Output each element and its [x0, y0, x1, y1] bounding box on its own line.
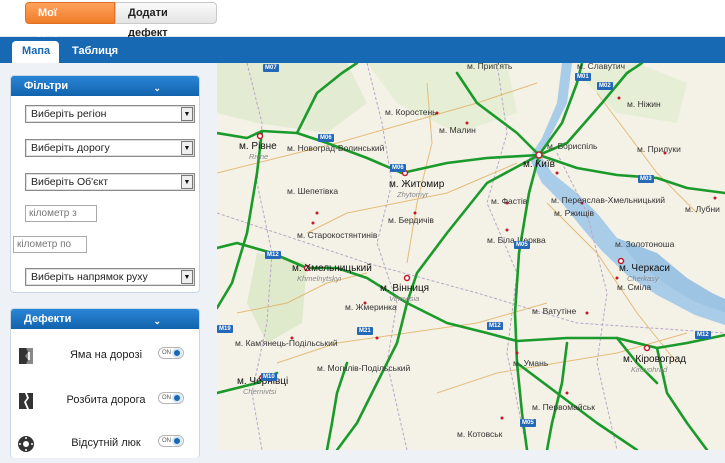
direction-select[interactable]: Виберіть напрямок руху ▼: [25, 268, 195, 286]
city-label-latin: Khmelnytskyi: [297, 274, 342, 283]
city-label: м. Малин: [439, 125, 476, 135]
city-label: м. Могилів-Подільський: [317, 363, 411, 373]
toggle-state: ON: [162, 395, 171, 401]
road-shield: M05: [520, 419, 536, 427]
view-tabs: Мапа Таблиця: [0, 37, 725, 63]
road-select-value: Виберіть дорогу: [31, 142, 110, 154]
filters-panel: Фільтри ⌄ Виберіть регіон ▼ Виберіть доро…: [10, 75, 200, 293]
city-label: м. Кам'янець-Подільський: [235, 338, 338, 348]
city-label: м. Умань: [513, 358, 549, 368]
city-label: м. Жмеринка: [345, 302, 397, 312]
toggle-state: ON: [162, 350, 171, 356]
city-label: м. Новоград-Волинський: [287, 143, 385, 153]
dropdown-arrow-icon[interactable]: ▼: [181, 107, 193, 121]
city-label: м. Прилуки: [637, 144, 681, 154]
city-label-latin: Zhytomyr: [397, 190, 429, 199]
road-shield: M12: [695, 331, 711, 339]
road-shield: M02: [597, 82, 613, 90]
road-shield: M06: [318, 134, 334, 142]
defects-header[interactable]: Дефекти ⌄: [11, 309, 199, 329]
road-shield: M07: [263, 64, 279, 72]
dropdown-arrow-icon[interactable]: ▼: [181, 175, 193, 189]
defect-item-broken-road[interactable]: Розбита дорога ON: [11, 384, 201, 420]
chevron-down-icon[interactable]: ⌄: [153, 78, 161, 98]
city-label: м. Котовськ: [457, 429, 503, 439]
dropdown-arrow-icon[interactable]: ▼: [181, 270, 193, 284]
region-select[interactable]: Виберіть регіон ▼: [25, 105, 195, 123]
defects-panel: Дефекти ⌄ Яма на дорозі ON Розбита дорог…: [10, 308, 200, 458]
city-label: м. Київ: [523, 159, 555, 170]
city-label: м. Житомир: [389, 179, 445, 190]
road-shield: M19: [217, 325, 233, 333]
object-select-value: Виберіть Об'єкт: [31, 176, 109, 188]
city-label: м. Кіровоград: [623, 354, 686, 365]
city-label: м. Первомайськ: [532, 402, 595, 412]
road-shield: M12: [487, 322, 503, 330]
my-defects-button[interactable]: Мої дефекти: [25, 2, 115, 39]
city-label: м. Коростень: [385, 107, 437, 117]
km-from-input[interactable]: кілометр з: [25, 205, 97, 222]
road-shield: M06: [390, 164, 406, 172]
road-shield: M10: [261, 373, 277, 381]
city-label: м. Славутич: [577, 63, 626, 71]
city-label: м. Ніжин: [627, 99, 661, 109]
pothole-icon: [19, 348, 33, 364]
broken-road-icon: [19, 393, 33, 409]
city-label: м. Прип'ять: [467, 63, 513, 71]
city-label: м. Ржищів: [554, 208, 595, 218]
road-shield: M12: [265, 251, 281, 259]
defect-toggle-pothole[interactable]: ON: [158, 347, 184, 359]
add-defect-button[interactable]: Додати дефект: [115, 2, 217, 39]
city-label: м. Ватутіне: [532, 306, 577, 316]
dropdown-arrow-icon[interactable]: ▼: [181, 141, 193, 155]
tab-map[interactable]: Мапа: [12, 41, 59, 63]
city-label: м. Вінниця: [380, 283, 430, 294]
city-label: м. Черкаси: [619, 263, 670, 274]
toggle-knob: [172, 436, 182, 446]
city-label: м. Сміла: [617, 282, 652, 292]
city-label: м. Хмельницький: [292, 263, 372, 274]
city-label: м. Шепетівка: [287, 186, 339, 196]
city-label-latin: Kirovohrad: [631, 365, 668, 374]
map-view[interactable]: м. Рівне Rivne м. Житомир Zhytomyr м. Ки…: [217, 63, 725, 450]
road-shield: M21: [357, 327, 373, 335]
defect-label: Відсутній люк: [71, 437, 141, 449]
defect-toggle-broken-road[interactable]: ON: [158, 392, 184, 404]
road-shield: M01: [575, 73, 591, 81]
object-select[interactable]: Виберіть Об'єкт ▼: [25, 173, 195, 191]
filters-header[interactable]: Фільтри ⌄: [11, 76, 199, 96]
chevron-down-icon[interactable]: ⌄: [153, 311, 161, 331]
city-label: м. Бориспіль: [547, 141, 598, 151]
toggle-state: ON: [162, 438, 171, 444]
city-label: м. Старокостянтинів: [297, 230, 378, 240]
toggle-knob: [172, 348, 182, 358]
filters-title: Фільтри: [24, 80, 69, 92]
city-label-latin: Chernivtsi: [243, 387, 277, 396]
manhole-icon: [18, 436, 34, 452]
defect-label: Яма на дорозі: [69, 349, 143, 361]
km-to-input[interactable]: кілометр по: [13, 236, 87, 253]
city-label: м. Лубни: [685, 204, 720, 214]
city-label-latin: Rivne: [249, 152, 269, 161]
city-label: м. Рівне: [239, 141, 277, 152]
top-toolbar: Мої дефекти Додати дефект: [0, 0, 725, 39]
city-label: м. Бердичів: [388, 215, 434, 225]
defects-title: Дефекти: [24, 313, 72, 325]
defect-label: Розбита дорога: [66, 394, 146, 406]
map-canvas: [217, 63, 725, 450]
road-select[interactable]: Виберіть дорогу ▼: [25, 139, 195, 157]
city-label: м. Золотоноша: [615, 239, 675, 249]
road-shield: M05: [514, 241, 530, 249]
city-label: м. Переяслав-Хмельницький: [551, 195, 666, 205]
tab-table[interactable]: Таблиця: [62, 41, 128, 63]
defect-toggle-manhole[interactable]: ON: [158, 435, 184, 447]
defect-item-manhole[interactable]: Відсутній люк ON: [11, 427, 201, 463]
direction-select-value: Виберіть напрямок руху: [31, 271, 148, 283]
toggle-knob: [172, 393, 182, 403]
city-label: м. Фастів: [491, 196, 528, 206]
road-shield: M03: [638, 175, 654, 183]
sidebar: Фільтри ⌄ Виберіть регіон ▼ Виберіть доро…: [0, 63, 217, 458]
region-select-value: Виберіть регіон: [31, 108, 107, 120]
defect-item-pothole[interactable]: Яма на дорозі ON: [11, 339, 201, 375]
